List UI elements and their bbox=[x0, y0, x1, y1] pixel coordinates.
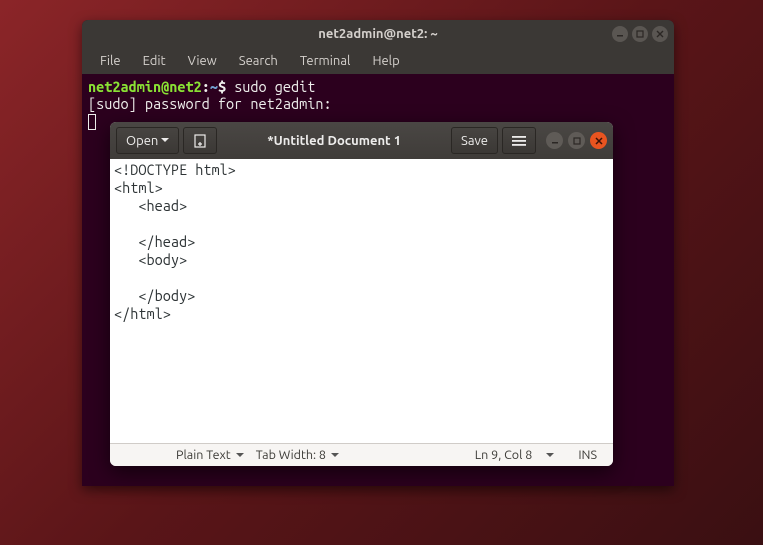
cursor-position: Ln 9, Col 8 bbox=[469, 448, 539, 462]
cursor-icon bbox=[88, 114, 96, 130]
language-label: Plain Text bbox=[176, 448, 231, 462]
terminal-command: sudo gedit bbox=[234, 78, 315, 95]
open-button[interactable]: Open bbox=[116, 127, 179, 154]
gedit-window: Open *Untitled Document 1 Save bbox=[110, 122, 613, 466]
insert-mode[interactable]: INS bbox=[572, 448, 603, 462]
prompt-colon: : bbox=[202, 78, 210, 95]
save-button-label: Save bbox=[461, 134, 488, 148]
menu-file[interactable]: File bbox=[90, 51, 131, 71]
terminal-menubar: File Edit View Search Terminal Help bbox=[82, 48, 674, 74]
menu-view[interactable]: View bbox=[178, 51, 227, 71]
new-document-icon bbox=[193, 134, 207, 148]
hamburger-icon bbox=[512, 136, 526, 146]
terminal-titlebar[interactable]: net2admin@net2: ~ bbox=[82, 20, 674, 48]
tabwidth-selector[interactable]: Tab Width: 8 bbox=[250, 448, 345, 462]
position-label: Ln 9, Col 8 bbox=[475, 448, 533, 462]
overwrite-selector[interactable] bbox=[538, 453, 572, 457]
menu-edit[interactable]: Edit bbox=[133, 51, 176, 71]
menu-terminal[interactable]: Terminal bbox=[290, 51, 361, 71]
menu-search[interactable]: Search bbox=[229, 51, 288, 71]
gedit-title: *Untitled Document 1 bbox=[221, 134, 447, 148]
chevron-down-icon bbox=[161, 138, 169, 143]
gedit-maximize-icon[interactable] bbox=[568, 132, 585, 149]
chevron-down-icon bbox=[546, 453, 554, 457]
terminal-line-2: [sudo] password for net2admin: bbox=[88, 95, 668, 112]
gedit-statusbar: Plain Text Tab Width: 8 Ln 9, Col 8 INS bbox=[110, 443, 613, 466]
new-document-button[interactable] bbox=[183, 127, 217, 154]
gedit-minimize-icon[interactable] bbox=[546, 132, 563, 149]
hamburger-menu-button[interactable] bbox=[502, 127, 536, 154]
terminal-title: net2admin@net2: ~ bbox=[318, 27, 438, 41]
chevron-down-icon bbox=[236, 453, 244, 457]
gedit-close-icon[interactable] bbox=[590, 132, 607, 149]
tabwidth-label: Tab Width: 8 bbox=[256, 448, 326, 462]
insert-mode-label: INS bbox=[578, 448, 597, 462]
terminal-window-controls bbox=[612, 26, 668, 42]
gedit-editor[interactable]: <!DOCTYPE html> <html> <head> </head> <b… bbox=[110, 159, 613, 443]
minimize-icon[interactable] bbox=[612, 26, 628, 42]
save-button[interactable]: Save bbox=[451, 127, 498, 154]
prompt-path: ~ bbox=[210, 78, 218, 95]
open-button-label: Open bbox=[126, 134, 158, 148]
terminal-line-1: net2admin@net2:~$ sudo gedit bbox=[88, 78, 668, 95]
close-icon[interactable] bbox=[652, 26, 668, 42]
gedit-window-controls bbox=[546, 132, 607, 149]
prompt-dollar: $ bbox=[218, 78, 226, 95]
language-selector[interactable]: Plain Text bbox=[170, 448, 250, 462]
chevron-down-icon bbox=[331, 453, 339, 457]
gedit-headerbar[interactable]: Open *Untitled Document 1 Save bbox=[110, 122, 613, 159]
prompt-userhost: net2admin@net2 bbox=[88, 78, 202, 95]
menu-help[interactable]: Help bbox=[362, 51, 409, 71]
maximize-icon[interactable] bbox=[632, 26, 648, 42]
